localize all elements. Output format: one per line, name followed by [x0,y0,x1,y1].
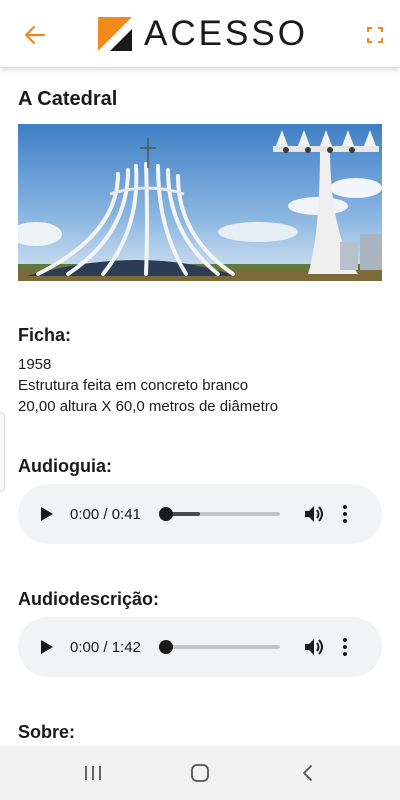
audioguia-more-options-button[interactable] [340,503,350,525]
audiodescricao-play-button[interactable] [38,638,56,656]
recents-icon [85,766,102,780]
more-dot [343,638,347,642]
audioguia-seek-thumb[interactable] [159,507,173,521]
home-icon [191,764,209,782]
audiodescricao-volume-button[interactable] [304,636,326,658]
nav-back-button[interactable] [287,753,327,793]
ficha-year: 1958 [18,356,52,373]
play-icon [41,507,53,521]
volume-icon [305,639,323,655]
ficha-dimensions: 20,00 altura X 60,0 metros de diâmetro [18,398,279,415]
volume-icon [305,506,323,522]
fullscreen-icon [367,27,383,43]
system-nav-bar [0,746,400,800]
audiodescricao-heading: Audiodescrição: [18,589,160,609]
app-logo: ACESSO [98,16,308,51]
app-header: ACESSO [0,0,400,68]
audiodescricao-seek-thumb[interactable] [159,640,173,654]
audioguia-player: 0:00 / 0:41 [18,484,382,544]
more-dot [343,505,347,509]
audioguia-play-button[interactable] [38,505,56,523]
ficha-structure: Estrutura feita em concreto branco [18,377,249,394]
back-button[interactable] [22,22,48,48]
arrow-left-icon [24,25,46,45]
audiodescricao-time: 0:00 / 1:42 [70,638,141,656]
content-area[interactable]: A Catedral Ficha: 1958 Estrutura feita e… [0,68,400,746]
more-dot [343,645,347,649]
ficha-heading: Ficha: [18,325,72,345]
audiodescricao-more-options-button[interactable] [340,636,350,658]
more-dot [343,519,347,523]
audiodescricao-seek-bar[interactable] [159,640,280,654]
audiodescricao-player: 0:00 / 1:42 [18,617,382,677]
sobre-heading: Sobre: [18,722,76,742]
audioguia-heading: Audioguia: [18,456,112,476]
audioguia-seek-bar[interactable] [159,507,280,521]
page-title: A Catedral [18,88,118,110]
edge-panel-handle[interactable] [0,412,5,492]
audioguia-time: 0:00 / 0:41 [70,505,141,523]
logo-text: ACESSO [144,14,308,53]
logo-mark-icon [98,16,133,51]
ficha-details: 1958 Estrutura feita em concreto branco … [18,354,278,417]
cathedral-photo [18,124,382,281]
audioguia-volume-button[interactable] [304,503,326,525]
home-button[interactable] [180,753,220,793]
more-dot [343,652,347,656]
recents-button[interactable] [73,753,113,793]
more-dot [343,512,347,516]
play-icon [41,640,53,654]
back-chevron-icon [302,765,312,781]
fullscreen-button[interactable] [364,24,386,46]
